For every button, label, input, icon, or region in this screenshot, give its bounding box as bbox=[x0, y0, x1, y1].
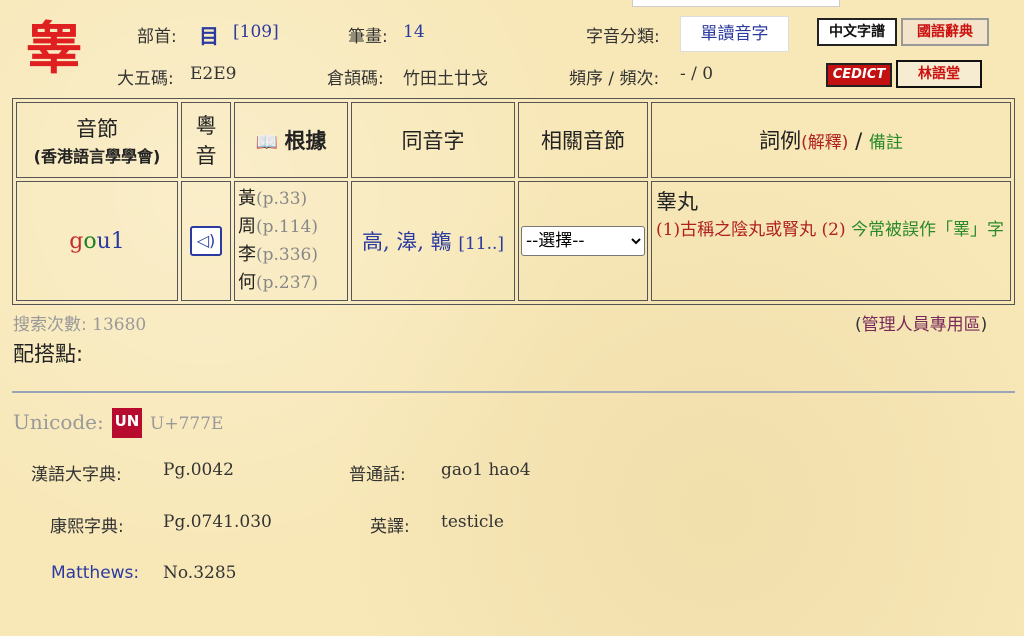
examples-cell: 睾丸 (1)古稱之陰丸或腎丸 (2) 今常被誤作「睪」字 bbox=[651, 181, 1011, 301]
english-value: testicle bbox=[441, 512, 504, 532]
syllable-link[interactable]: gou1 bbox=[69, 229, 125, 254]
guoyu-cidian-logo[interactable]: 國語辭典 bbox=[901, 18, 989, 46]
reference-char: 李 bbox=[238, 244, 256, 265]
pronunciation-table: 音節 (香港語言學學會) 粵 音 📖 根據 同音字 相關音節 詞例(解釋) / … bbox=[12, 98, 1015, 305]
frequency-label: 頻序 / 頻次: bbox=[569, 69, 660, 89]
th-cantonese-line1: 粵 bbox=[195, 114, 217, 138]
th-syllable: 音節 (香港語言學學會) bbox=[16, 102, 178, 178]
admin-close-paren: ) bbox=[980, 315, 988, 335]
homophones-cell: 高, 滜, 鶾 [11..] bbox=[351, 181, 515, 301]
unicode-value: U+777E bbox=[150, 414, 224, 434]
book-icon: 📖 bbox=[255, 132, 278, 153]
references-cell: 黃(p.33) 周(p.114) 李(p.336) 何(p.237) bbox=[234, 181, 348, 301]
strokes-value: 14 bbox=[403, 22, 425, 42]
homophone-link[interactable]: 鶾 bbox=[431, 230, 452, 254]
related-cell: --選擇-- bbox=[518, 181, 648, 301]
zhongwen-zipu-logo[interactable]: 中文字譜 bbox=[817, 18, 897, 46]
main-character: 睾 bbox=[26, 17, 82, 82]
example-definition: (1)古稱之陰丸或腎丸 (2) 今常被誤作「睪」字 bbox=[656, 216, 1006, 245]
cangjie-value: 竹田土廿戈 bbox=[403, 69, 488, 89]
putonghua-label: 普通話: bbox=[349, 465, 406, 485]
reference-char: 黃 bbox=[238, 188, 256, 209]
divider bbox=[12, 391, 1015, 393]
strokes-label: 筆畫: bbox=[348, 27, 388, 47]
def-number: (1) bbox=[656, 220, 681, 240]
kangxi-label: 康熙字典: bbox=[50, 517, 124, 537]
search-count: 搜索次數: 13680 bbox=[13, 310, 146, 335]
th-examples: 詞例(解釋) / 備註 bbox=[651, 102, 1011, 178]
th-cantonese-line2: 音 bbox=[195, 144, 217, 168]
admin-area-link[interactable]: 管理人員專用區 bbox=[862, 315, 981, 335]
big5-value: E2E9 bbox=[190, 64, 237, 84]
reference-page: (p.237) bbox=[256, 273, 318, 293]
matthews-label: Matthews: bbox=[51, 563, 140, 583]
collocation-label: 配搭點: bbox=[13, 342, 84, 366]
kangxi-value: Pg.0741.030 bbox=[163, 512, 272, 532]
example-word: 睾丸 bbox=[656, 190, 698, 214]
english-label: 英譯: bbox=[370, 517, 410, 537]
def-number: (2) bbox=[821, 220, 846, 240]
linyutang-logo[interactable]: 林語堂 bbox=[896, 60, 982, 88]
th-related: 相關音節 bbox=[518, 102, 648, 178]
homophone-link[interactable]: 滜 bbox=[396, 230, 417, 254]
th-basis: 📖 根據 bbox=[234, 102, 348, 178]
search-count-value: 13680 bbox=[92, 315, 147, 335]
speaker-icon[interactable]: ◁) bbox=[190, 226, 222, 256]
syllable-initial: g bbox=[69, 228, 84, 254]
top-overlay-box bbox=[632, 0, 840, 7]
th-homophones: 同音字 bbox=[351, 102, 515, 178]
syllable-vowel: o bbox=[83, 228, 97, 254]
syllable-cell: gou1 bbox=[16, 181, 178, 301]
hanyu-label: 漢語大字典: bbox=[31, 465, 122, 485]
reference-item: 李(p.336) bbox=[238, 241, 346, 269]
unicode-label: Unicode: bbox=[13, 410, 104, 434]
def-text-2: 今常被誤作「睪」字 bbox=[845, 220, 1004, 240]
th-slash: / bbox=[848, 129, 869, 153]
table-header-row: 音節 (香港語言學學會) 粵 音 📖 根據 同音字 相關音節 詞例(解釋) / … bbox=[16, 102, 1011, 178]
syllable-final-tone: u1 bbox=[96, 228, 125, 254]
th-syllable-sub: (香港語言學學會) bbox=[33, 147, 161, 166]
table-row: gou1 ◁) 黃(p.33) 周(p.114) 李(p.336) 何(p.23… bbox=[16, 181, 1011, 301]
th-syllable-title: 音節 bbox=[76, 117, 118, 141]
reference-item: 何(p.237) bbox=[238, 269, 346, 297]
search-count-label: 搜索次數: bbox=[13, 315, 93, 335]
admin-open-paren: ( bbox=[855, 315, 862, 335]
th-cantonese: 粵 音 bbox=[181, 102, 231, 178]
putonghua-value: gao1 hao4 bbox=[441, 460, 531, 480]
reference-char: 周 bbox=[238, 216, 256, 237]
reference-item: 周(p.114) bbox=[238, 213, 346, 241]
radical-eye-icon[interactable]: 目 bbox=[199, 20, 219, 49]
admin-area: (管理人員專用區) bbox=[855, 310, 987, 335]
def-text-1: 古稱之陰丸或腎丸 bbox=[680, 220, 817, 240]
audio-cell: ◁) bbox=[181, 181, 231, 301]
cedict-logo[interactable]: CEDICT bbox=[826, 63, 892, 87]
th-basis-label: 根據 bbox=[284, 129, 327, 153]
reference-item: 黃(p.33) bbox=[238, 185, 346, 213]
homophone-link[interactable]: 高 bbox=[362, 230, 383, 254]
frequency-value: - / 0 bbox=[680, 64, 714, 84]
reference-char: 何 bbox=[238, 272, 256, 293]
th-notes-label: 備註 bbox=[868, 133, 903, 153]
sound-class-value: 單讀音字 bbox=[680, 16, 789, 52]
th-examples-label: 詞例 bbox=[759, 129, 802, 153]
cangjie-label: 倉頡碼: bbox=[327, 69, 384, 89]
big5-label: 大五碼: bbox=[117, 69, 174, 89]
unicode-logo-icon[interactable]: UN bbox=[112, 408, 142, 438]
reference-page: (p.114) bbox=[256, 217, 318, 237]
related-syllable-select[interactable]: --選擇-- bbox=[521, 226, 645, 256]
th-explain-label: (解釋) bbox=[801, 133, 849, 153]
hanyu-value: Pg.0042 bbox=[163, 460, 234, 480]
reference-page: (p.336) bbox=[256, 245, 318, 265]
sound-class-label: 字音分類: bbox=[586, 27, 660, 47]
matthews-value: No.3285 bbox=[163, 563, 237, 583]
radical-number-link[interactable]: [109] bbox=[233, 22, 279, 42]
reference-page: (p.33) bbox=[256, 189, 308, 209]
homophone-more-link[interactable]: [11..] bbox=[458, 234, 504, 254]
radical-label: 部首: bbox=[137, 27, 177, 47]
